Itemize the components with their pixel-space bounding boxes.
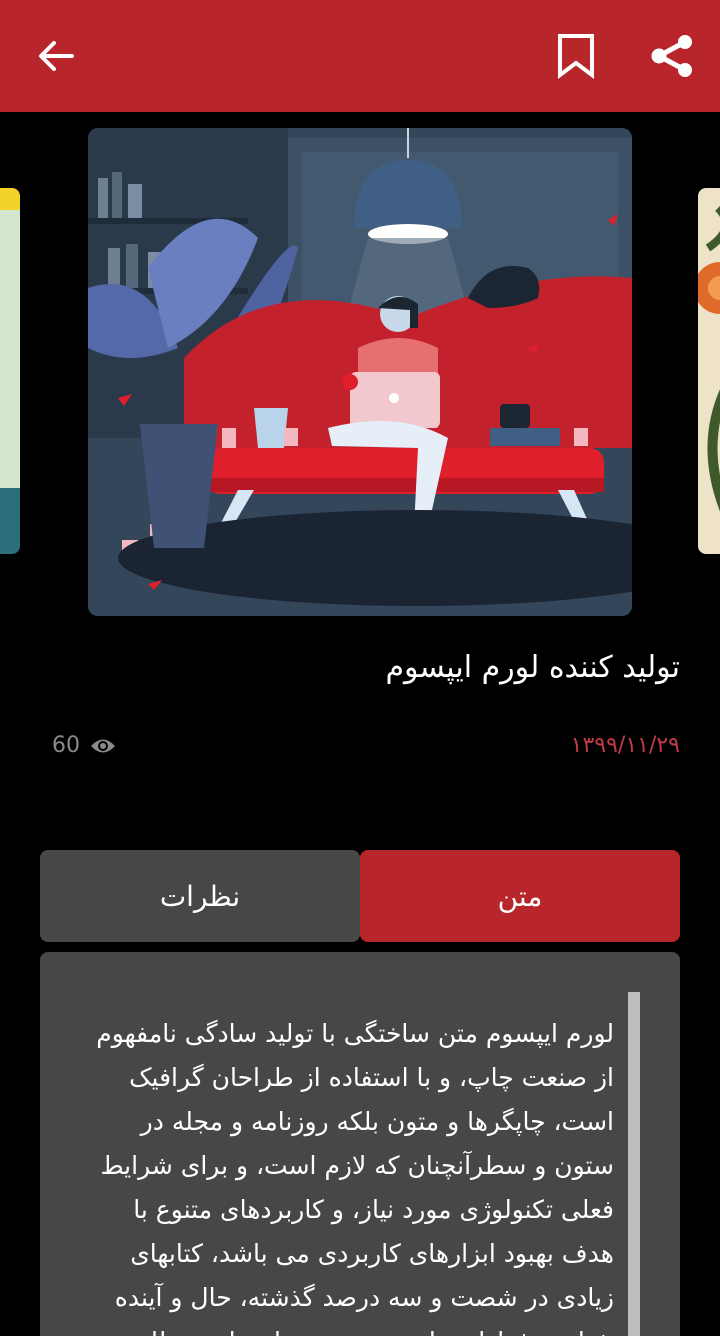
carousel-next-image[interactable] [698, 188, 720, 554]
article-illustration [88, 128, 632, 616]
article-body-text: لورم ایپسوم متن ساختگی با تولید سادگی نا… [96, 1019, 614, 1336]
article-body-panel: لورم ایپسوم متن ساختگی با تولید سادگی نا… [40, 952, 680, 1336]
share-icon [651, 35, 692, 77]
tab-comments[interactable]: نظرات [40, 850, 360, 942]
eye-icon [91, 739, 115, 752]
tab-text[interactable]: متن [360, 850, 680, 942]
share-button[interactable] [640, 26, 704, 86]
article-title: تولید کننده لورم ایپسوم [385, 650, 680, 685]
top-app-bar [0, 0, 720, 112]
carousel-prev-image[interactable] [0, 188, 20, 554]
view-count-value: 60 [52, 733, 80, 758]
back-button[interactable] [24, 26, 88, 86]
article-date: ۱۳۹۹/۱۱/۲۹ [570, 733, 680, 758]
arrow-left-icon [39, 41, 74, 71]
bookmark-icon [558, 34, 594, 79]
view-count: 60 [52, 733, 116, 758]
content-tabs: نظرات متن [40, 850, 680, 942]
image-carousel[interactable] [0, 128, 720, 616]
main-image[interactable] [88, 128, 632, 616]
bookmark-button[interactable] [546, 26, 606, 86]
scrollbar[interactable] [628, 992, 640, 1336]
